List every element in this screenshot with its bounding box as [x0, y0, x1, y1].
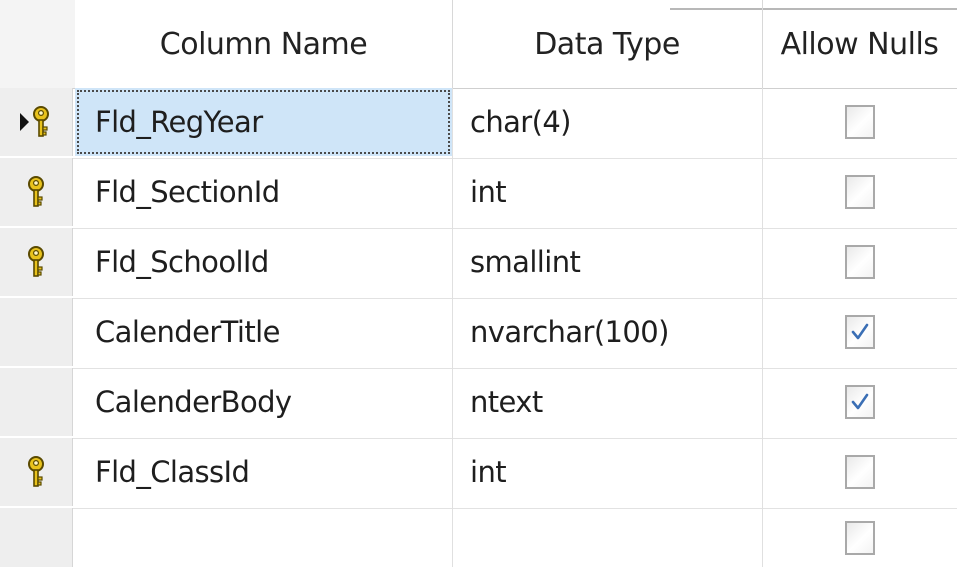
- allow-nulls-cell[interactable]: [762, 298, 957, 366]
- data-type-cell[interactable]: smallint: [452, 228, 762, 296]
- key-icon: [30, 105, 52, 139]
- row-selector[interactable]: [0, 88, 73, 156]
- header-divider[interactable]: [762, 0, 763, 88]
- allow-nulls-cell[interactable]: [762, 508, 957, 567]
- column-name-cell[interactable]: Fld_ClassId: [75, 438, 452, 506]
- row-selector[interactable]: [0, 158, 73, 226]
- allow-nulls-checkbox[interactable]: [844, 385, 875, 419]
- key-icon: [25, 245, 47, 279]
- data-type-cell[interactable]: char(4): [452, 88, 762, 156]
- allow-nulls-checkbox[interactable]: [844, 245, 875, 279]
- allow-nulls-checkbox[interactable]: [844, 105, 875, 139]
- row-pointer-arrow-icon: [20, 113, 29, 131]
- column-name-cell[interactable]: CalenderBody: [75, 368, 452, 436]
- data-type-cell[interactable]: ntext: [452, 368, 762, 436]
- row-selector[interactable]: [0, 508, 73, 567]
- row-selector[interactable]: [0, 438, 73, 506]
- allow-nulls-checkbox[interactable]: [844, 455, 875, 489]
- allow-nulls-checkbox[interactable]: [844, 520, 875, 555]
- table-row[interactable]: Fld_RegYear char(4): [0, 88, 957, 159]
- row-selector[interactable]: [0, 368, 73, 436]
- column-name-cell[interactable]: [75, 508, 452, 567]
- allow-nulls-cell[interactable]: [762, 88, 957, 156]
- header-divider[interactable]: [452, 0, 453, 88]
- allow-nulls-checkbox[interactable]: [844, 175, 875, 209]
- table-designer-grid: Column Name Data Type Allow Nulls Fld_Re…: [0, 0, 957, 567]
- column-name-cell[interactable]: CalenderTitle: [75, 298, 452, 366]
- row-selector-header[interactable]: [0, 0, 75, 88]
- column-name-header[interactable]: Column Name: [75, 0, 452, 88]
- grid-header: Column Name Data Type Allow Nulls: [0, 0, 957, 89]
- table-row[interactable]: [0, 508, 957, 567]
- allow-nulls-checkbox[interactable]: [844, 315, 875, 349]
- table-row[interactable]: Fld_SectionId int: [0, 158, 957, 229]
- data-type-cell[interactable]: nvarchar(100): [452, 298, 762, 366]
- allow-nulls-cell[interactable]: [762, 368, 957, 436]
- table-row[interactable]: Fld_SchoolId smallint: [0, 228, 957, 299]
- table-row[interactable]: Fld_ClassId int: [0, 438, 957, 509]
- key-icon: [25, 455, 47, 489]
- data-type-cell[interactable]: int: [452, 158, 762, 226]
- data-type-header[interactable]: Data Type: [452, 0, 762, 88]
- column-name-cell[interactable]: Fld_SectionId: [75, 158, 452, 226]
- row-selector[interactable]: [0, 298, 73, 366]
- table-row[interactable]: CalenderTitle nvarchar(100): [0, 298, 957, 369]
- column-name-cell[interactable]: Fld_SchoolId: [75, 228, 452, 296]
- data-type-cell[interactable]: int: [452, 438, 762, 506]
- allow-nulls-cell[interactable]: [762, 228, 957, 296]
- column-name-cell[interactable]: Fld_RegYear: [75, 88, 452, 156]
- table-row[interactable]: CalenderBody ntext: [0, 368, 957, 439]
- key-icon: [25, 175, 47, 209]
- row-selector[interactable]: [0, 228, 73, 296]
- data-type-cell[interactable]: [452, 508, 762, 567]
- allow-nulls-cell[interactable]: [762, 438, 957, 506]
- allow-nulls-cell[interactable]: [762, 158, 957, 226]
- allow-nulls-header[interactable]: Allow Nulls: [762, 0, 957, 88]
